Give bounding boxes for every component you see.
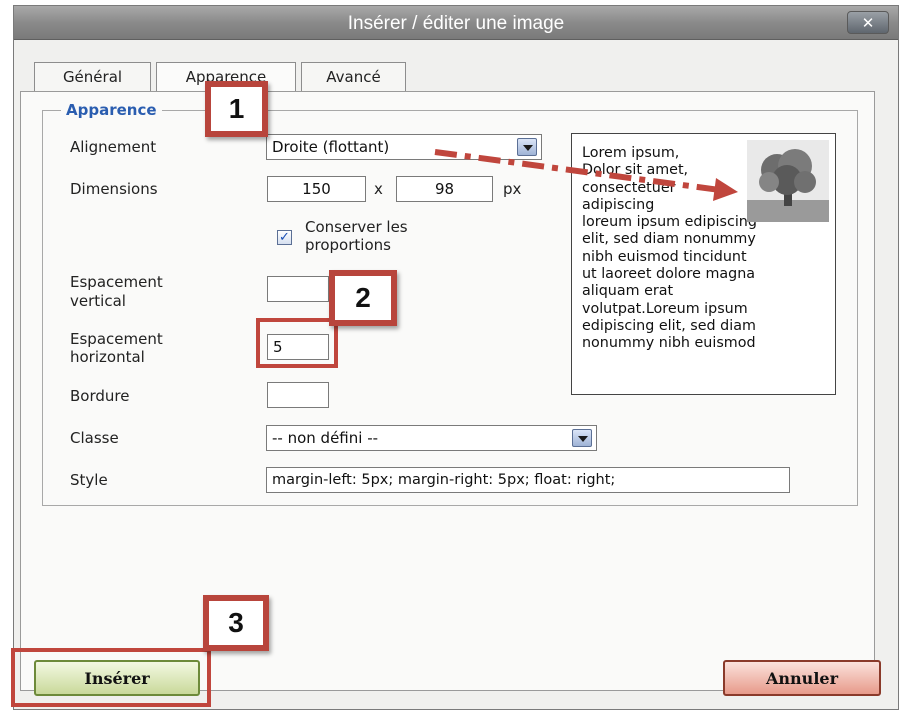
espacement-horizontal-label-line2: horizontal <box>70 348 145 366</box>
conserver-label-line1: Conserver les <box>305 218 408 236</box>
annotation-badge-2: 2 <box>329 270 397 326</box>
style-input[interactable]: margin-left: 5px; margin-right: 5px; flo… <box>266 467 790 493</box>
classe-value: -- non défini -- <box>272 429 379 447</box>
preview-line: volutpat.Loreum ipsum <box>582 300 748 317</box>
preview-line: ut laoreet dolore magna <box>582 266 756 283</box>
preview-line: aliquam erat <box>582 283 674 300</box>
classe-label: Classe <box>70 429 119 447</box>
fieldset-legend: Apparence <box>61 101 162 119</box>
preview-box: Lorem ipsum, Dolor sit amet, consectetue… <box>571 133 836 395</box>
alignement-label: Alignement <box>70 138 157 156</box>
alignement-value: Droite (flottant) <box>272 138 390 156</box>
dimensions-separator: x <box>374 180 383 198</box>
conserver-label-line2: proportions <box>305 236 391 254</box>
chevron-down-icon[interactable] <box>572 429 592 447</box>
tree-image-icon <box>747 140 829 222</box>
bordure-input[interactable] <box>267 382 329 408</box>
espacement-vertical-label-line2: vertical <box>70 292 126 310</box>
callout-insert <box>11 648 211 707</box>
height-input[interactable]: 98 <box>396 176 493 202</box>
espacement-horizontal-label-line1: Espacement <box>70 330 163 348</box>
close-button[interactable]: ✕ <box>847 11 889 34</box>
espacement-vertical-input[interactable] <box>267 276 329 302</box>
cancel-button[interactable]: Annuler <box>723 660 881 696</box>
chevron-down-icon[interactable] <box>517 138 537 156</box>
width-input[interactable]: 150 <box>267 176 366 202</box>
conserver-proportions-checkbox[interactable]: ✓ <box>277 230 292 245</box>
title-bar[interactable]: Insérer / éditer une image ✕ <box>14 6 898 40</box>
callout-horizontal-spacing <box>256 318 338 368</box>
bordure-label: Bordure <box>70 387 130 405</box>
preview-line: nibh euismod tincidunt <box>582 248 747 265</box>
preview-line: nonummy nibh euismod <box>582 335 756 352</box>
annotation-badge-3: 3 <box>203 595 269 651</box>
dialog-title: Insérer / éditer une image <box>347 13 565 34</box>
preview-line: elit, sed diam nonummy <box>582 231 756 248</box>
preview-line: edipiscing elit, sed diam <box>582 317 756 334</box>
espacement-vertical-label-line1: Espacement <box>70 273 163 291</box>
dimensions-unit: px <box>503 180 522 198</box>
annotation-badge-1: 1 <box>205 81 268 137</box>
classe-select[interactable]: -- non défini -- <box>266 425 597 451</box>
style-label: Style <box>70 471 108 489</box>
dimensions-label: Dimensions <box>70 180 158 198</box>
alignement-select[interactable]: Droite (flottant) <box>266 134 542 160</box>
tab-general[interactable]: Général <box>34 62 151 92</box>
tab-avance[interactable]: Avancé <box>301 62 406 92</box>
